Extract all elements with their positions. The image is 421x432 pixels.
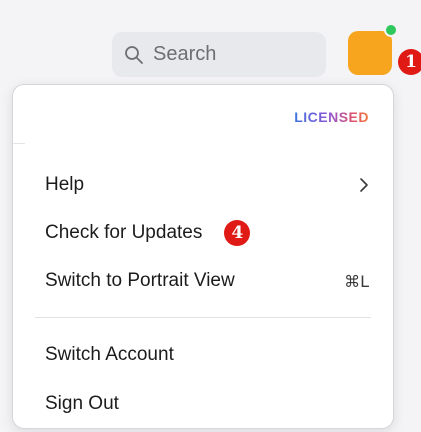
menu-item-check-for-updates[interactable]: Check for Updates 4 [13,212,393,254]
menu-item-label: Switch Account [45,344,174,365]
annotation-badge-4: 4 [224,220,251,246]
avatar[interactable] [348,31,392,75]
license-status-label: LICENSED [294,109,369,125]
keyboard-shortcut: ⌘L [344,271,369,291]
chevron-right-icon [359,177,369,193]
menu-item-switch-account[interactable]: Switch Account [13,334,393,376]
menu-item-label: Switch to Portrait View [45,270,235,291]
search-icon [124,45,144,65]
menu-item-switch-to-portrait-view[interactable]: Switch to Portrait View ⌘L [13,260,393,302]
search-placeholder: Search [153,43,217,65]
annotation-badge-1: 1 [398,49,421,75]
search-field[interactable]: Search [112,32,326,77]
menu-item-label: Help [45,174,85,195]
online-status-indicator [384,23,398,37]
menu-item-sign-out[interactable]: Sign Out [13,383,393,425]
menu-divider [35,317,371,318]
app-window: Search 1 LICENSED Help Check for Updates… [0,0,421,432]
menu-separator-stub [13,143,25,144]
menu-item-label: Sign Out [45,393,119,414]
profile-dropdown-menu: LICENSED Help Check for Updates 4 Switch… [12,84,394,429]
menu-item-help[interactable]: Help [13,164,393,206]
menu-item-label: Check for Updates [45,222,203,243]
